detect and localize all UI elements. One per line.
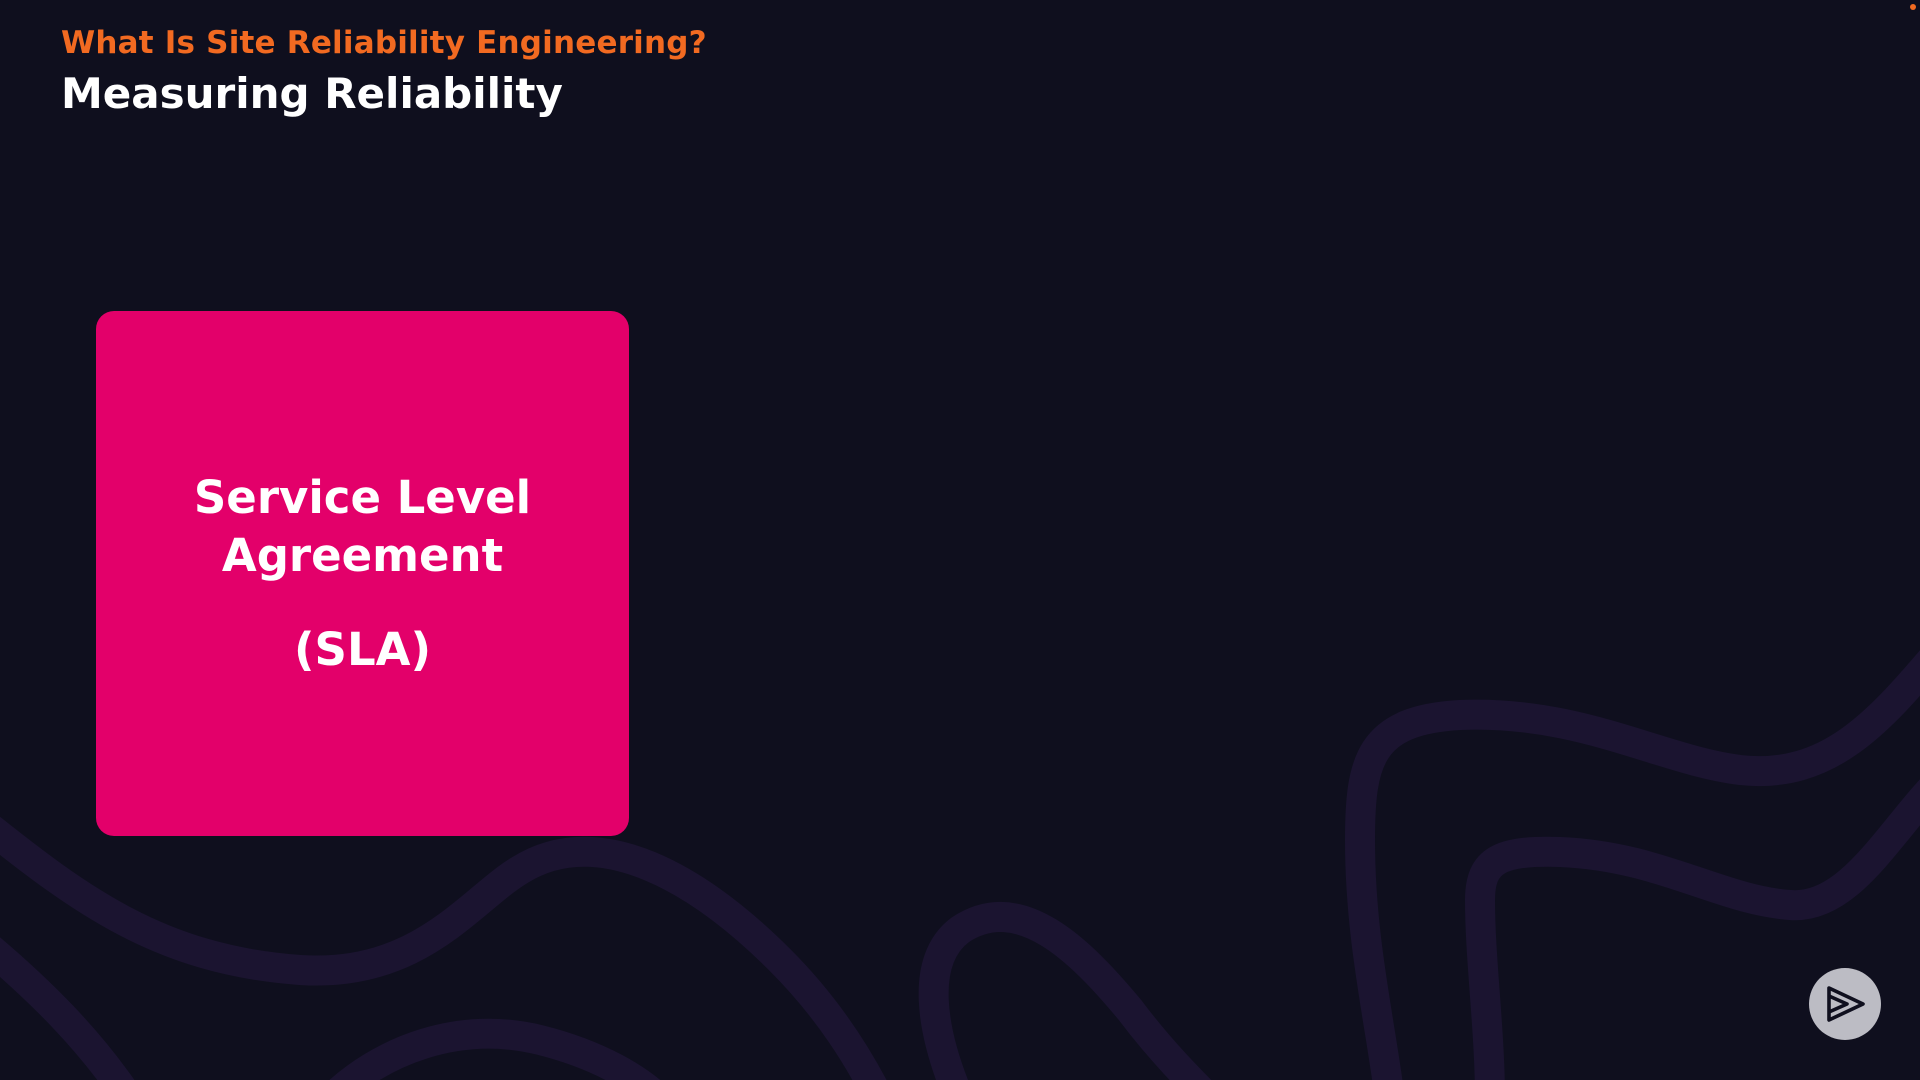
sla-concept-card: Service Level Agreement (SLA) bbox=[96, 311, 629, 836]
wave-line bbox=[0, 937, 135, 1080]
slide-title: Measuring Reliability bbox=[61, 69, 563, 118]
wave-line bbox=[329, 1018, 661, 1080]
card-title-line-1: Service Level bbox=[193, 470, 532, 524]
slide-header: What Is Site Reliability Engineering? Me… bbox=[61, 22, 707, 122]
status-dot bbox=[1910, 4, 1916, 10]
card-title-line-2: Agreement bbox=[221, 528, 504, 582]
play-logo-icon bbox=[1827, 986, 1865, 1022]
wave-line bbox=[0, 816, 887, 1080]
card-abbreviation: (SLA) bbox=[293, 622, 432, 676]
wave-line bbox=[918, 902, 1212, 1080]
module-title: What Is Site Reliability Engineering? bbox=[61, 25, 707, 61]
brand-logo-button[interactable] bbox=[1809, 968, 1881, 1040]
